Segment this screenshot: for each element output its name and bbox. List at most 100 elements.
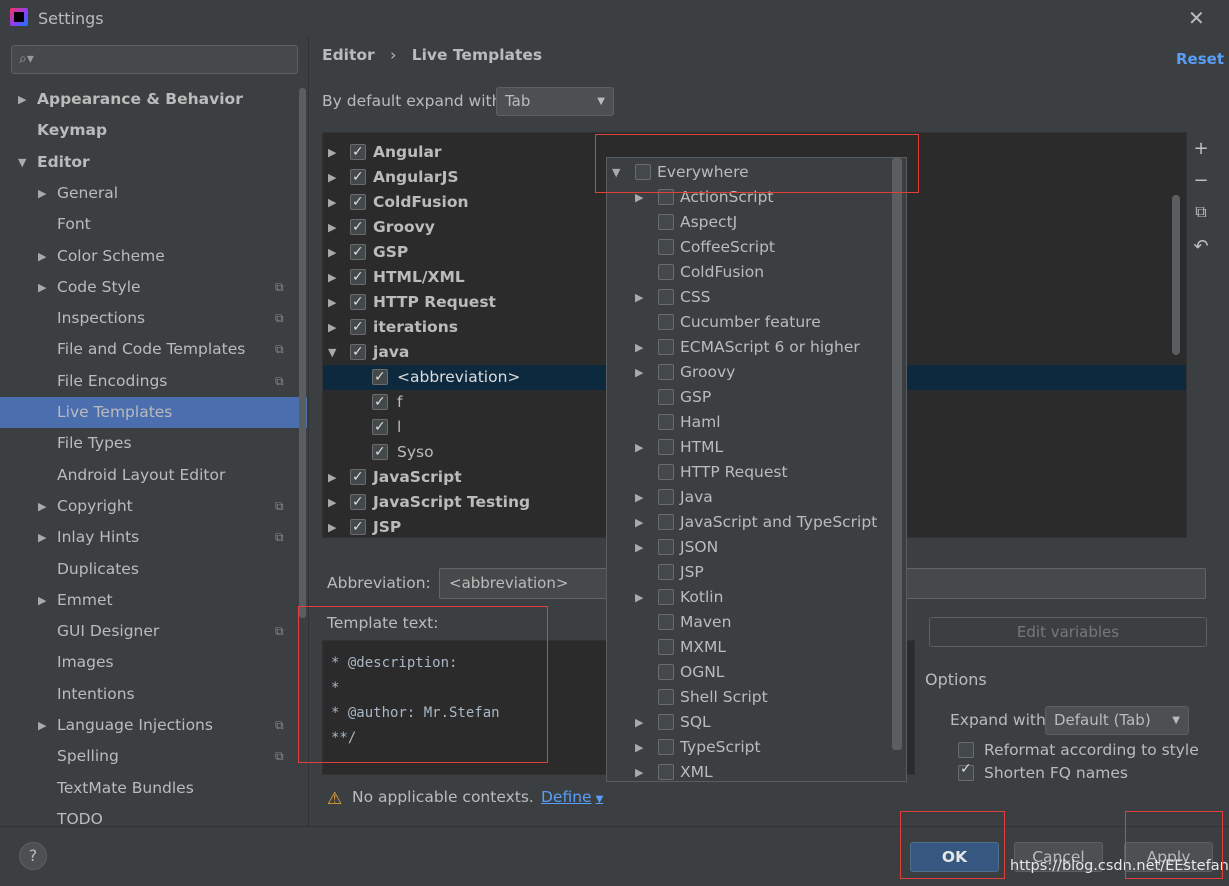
context-checkbox[interactable] [658, 539, 674, 555]
chevron-right-icon[interactable]: ▶ [328, 140, 336, 165]
sidebar-item-file-types[interactable]: File Types [0, 428, 307, 459]
context-checkbox[interactable] [658, 714, 674, 730]
context-checkbox[interactable] [658, 764, 674, 780]
chevron-right-icon[interactable]: ▶ [635, 510, 643, 535]
chevron-right-icon[interactable]: ▶ [635, 735, 643, 760]
sidebar-item-font[interactable]: Font [0, 209, 307, 240]
sidebar-item-editor[interactable]: ▼ Editor [0, 147, 307, 178]
sidebar-item-code-style[interactable]: ▶ Code Style ⧉ [0, 272, 307, 303]
context-checkbox[interactable] [658, 339, 674, 355]
reset-link[interactable]: Reset [1176, 50, 1224, 68]
sidebar-item-language-injections[interactable]: ▶ Language Injections ⧉ [0, 710, 307, 741]
chevron-down-icon[interactable]: ▼ [328, 340, 336, 365]
context-item[interactable]: ▶ TypeScript [607, 735, 892, 760]
context-item[interactable]: ▶ Kotlin [607, 585, 892, 610]
template-checkbox[interactable] [350, 490, 366, 515]
template-checkbox[interactable] [350, 465, 366, 490]
sidebar-item-keymap[interactable]: Keymap [0, 115, 307, 146]
expand-with-select[interactable]: Default (Tab) ▼ [1045, 706, 1189, 735]
copy-icon[interactable]: ⧉ [1189, 202, 1213, 226]
context-checkbox[interactable] [658, 564, 674, 580]
sidebar-item-file-encodings[interactable]: File Encodings ⧉ [0, 366, 307, 397]
template-checkbox[interactable] [350, 165, 366, 190]
chevron-right-icon[interactable]: ▶ [328, 290, 336, 315]
template-checkbox[interactable] [350, 190, 366, 215]
chevron-right-icon[interactable]: ▶ [328, 315, 336, 340]
sidebar-item-live-templates[interactable]: Live Templates [0, 397, 307, 428]
context-checkbox[interactable] [658, 464, 674, 480]
context-item[interactable]: ▶ Groovy [607, 360, 892, 385]
context-checkbox[interactable] [658, 389, 674, 405]
context-item[interactable]: ▶ Java [607, 485, 892, 510]
chevron-right-icon[interactable]: ▶ [635, 335, 643, 360]
template-checkbox[interactable] [372, 365, 388, 390]
context-item[interactable]: AspectJ [607, 210, 892, 235]
context-item[interactable]: ▶ XML [607, 760, 892, 781]
context-checkbox[interactable] [658, 264, 674, 280]
context-checkbox[interactable] [658, 639, 674, 655]
sidebar-item-general[interactable]: ▶ General [0, 178, 307, 209]
chevron-right-icon[interactable]: ▶ [328, 515, 336, 537]
context-item[interactable]: ▶ HTML [607, 435, 892, 460]
chevron-right-icon[interactable]: ▶ [328, 465, 336, 490]
context-checkbox[interactable] [658, 664, 674, 680]
sidebar-item-inlay-hints[interactable]: ▶ Inlay Hints ⧉ [0, 522, 307, 553]
template-checkbox[interactable] [350, 290, 366, 315]
context-item[interactable]: ▶ SQL [607, 710, 892, 735]
chevron-right-icon[interactable]: ▶ [328, 240, 336, 265]
shorten-fq-checkbox[interactable] [958, 761, 974, 781]
breadcrumb-parent[interactable]: Editor [322, 46, 375, 64]
context-item[interactable]: HTTP Request [607, 460, 892, 485]
chevron-right-icon[interactable]: ▶ [328, 265, 336, 290]
context-item[interactable]: JSP [607, 560, 892, 585]
edit-variables-button[interactable]: Edit variables [929, 617, 1207, 647]
chevron-right-icon[interactable]: ▶ [635, 585, 643, 610]
define-link[interactable]: Define ▼ [541, 788, 603, 806]
context-checkbox[interactable] [658, 439, 674, 455]
sidebar-scrollbar[interactable] [299, 88, 306, 618]
template-checkbox[interactable] [372, 440, 388, 465]
chevron-right-icon[interactable]: ▶ [635, 535, 643, 560]
sidebar-item-images[interactable]: Images [0, 647, 307, 678]
context-item[interactable]: Cucumber feature [607, 310, 892, 335]
context-item[interactable]: CoffeeScript [607, 235, 892, 260]
context-checkbox[interactable] [658, 489, 674, 505]
template-checkbox[interactable] [350, 265, 366, 290]
template-checkbox[interactable] [350, 315, 366, 340]
context-checkbox[interactable] [658, 289, 674, 305]
chevron-right-icon[interactable]: ▶ [38, 710, 46, 741]
context-item[interactable]: MXML [607, 635, 892, 660]
sidebar-item-emmet[interactable]: ▶ Emmet [0, 585, 307, 616]
add-icon[interactable]: + [1189, 138, 1213, 162]
restore-icon[interactable]: ↶ [1189, 236, 1213, 260]
sidebar-item-color-scheme[interactable]: ▶ Color Scheme [0, 241, 307, 272]
chevron-right-icon[interactable]: ▶ [38, 522, 46, 553]
sidebar-item-spelling[interactable]: Spelling ⧉ [0, 741, 307, 772]
chevron-right-icon[interactable]: ▶ [328, 190, 336, 215]
chevron-right-icon[interactable]: ▶ [635, 360, 643, 385]
template-checkbox[interactable] [350, 140, 366, 165]
chevron-right-icon[interactable]: ▶ [38, 491, 46, 522]
chevron-right-icon[interactable]: ▶ [328, 490, 336, 515]
template-checkbox[interactable] [350, 340, 366, 365]
popup-scrollbar[interactable] [892, 158, 902, 750]
sidebar-item-file-and-code-templates[interactable]: File and Code Templates ⧉ [0, 334, 307, 365]
template-checkbox[interactable] [372, 415, 388, 440]
template-checkbox[interactable] [350, 215, 366, 240]
sidebar-item-android-layout-editor[interactable]: Android Layout Editor [0, 460, 307, 491]
context-item[interactable]: Maven [607, 610, 892, 635]
context-checkbox[interactable] [658, 614, 674, 630]
context-checkbox[interactable] [658, 589, 674, 605]
sidebar-item-inspections[interactable]: Inspections ⧉ [0, 303, 307, 334]
chevron-right-icon[interactable]: ▶ [635, 285, 643, 310]
sidebar-item-textmate-bundles[interactable]: TextMate Bundles [0, 773, 307, 804]
tree-scrollbar[interactable] [1172, 195, 1180, 355]
sidebar-item-gui-designer[interactable]: GUI Designer ⧉ [0, 616, 307, 647]
chevron-right-icon[interactable]: ▶ [328, 165, 336, 190]
reformat-checkbox[interactable] [958, 742, 974, 758]
context-item[interactable]: ColdFusion [607, 260, 892, 285]
chevron-right-icon[interactable]: ▶ [38, 585, 46, 616]
context-item[interactable]: Haml [607, 410, 892, 435]
context-checkbox[interactable] [658, 689, 674, 705]
chevron-right-icon[interactable]: ▶ [635, 435, 643, 460]
